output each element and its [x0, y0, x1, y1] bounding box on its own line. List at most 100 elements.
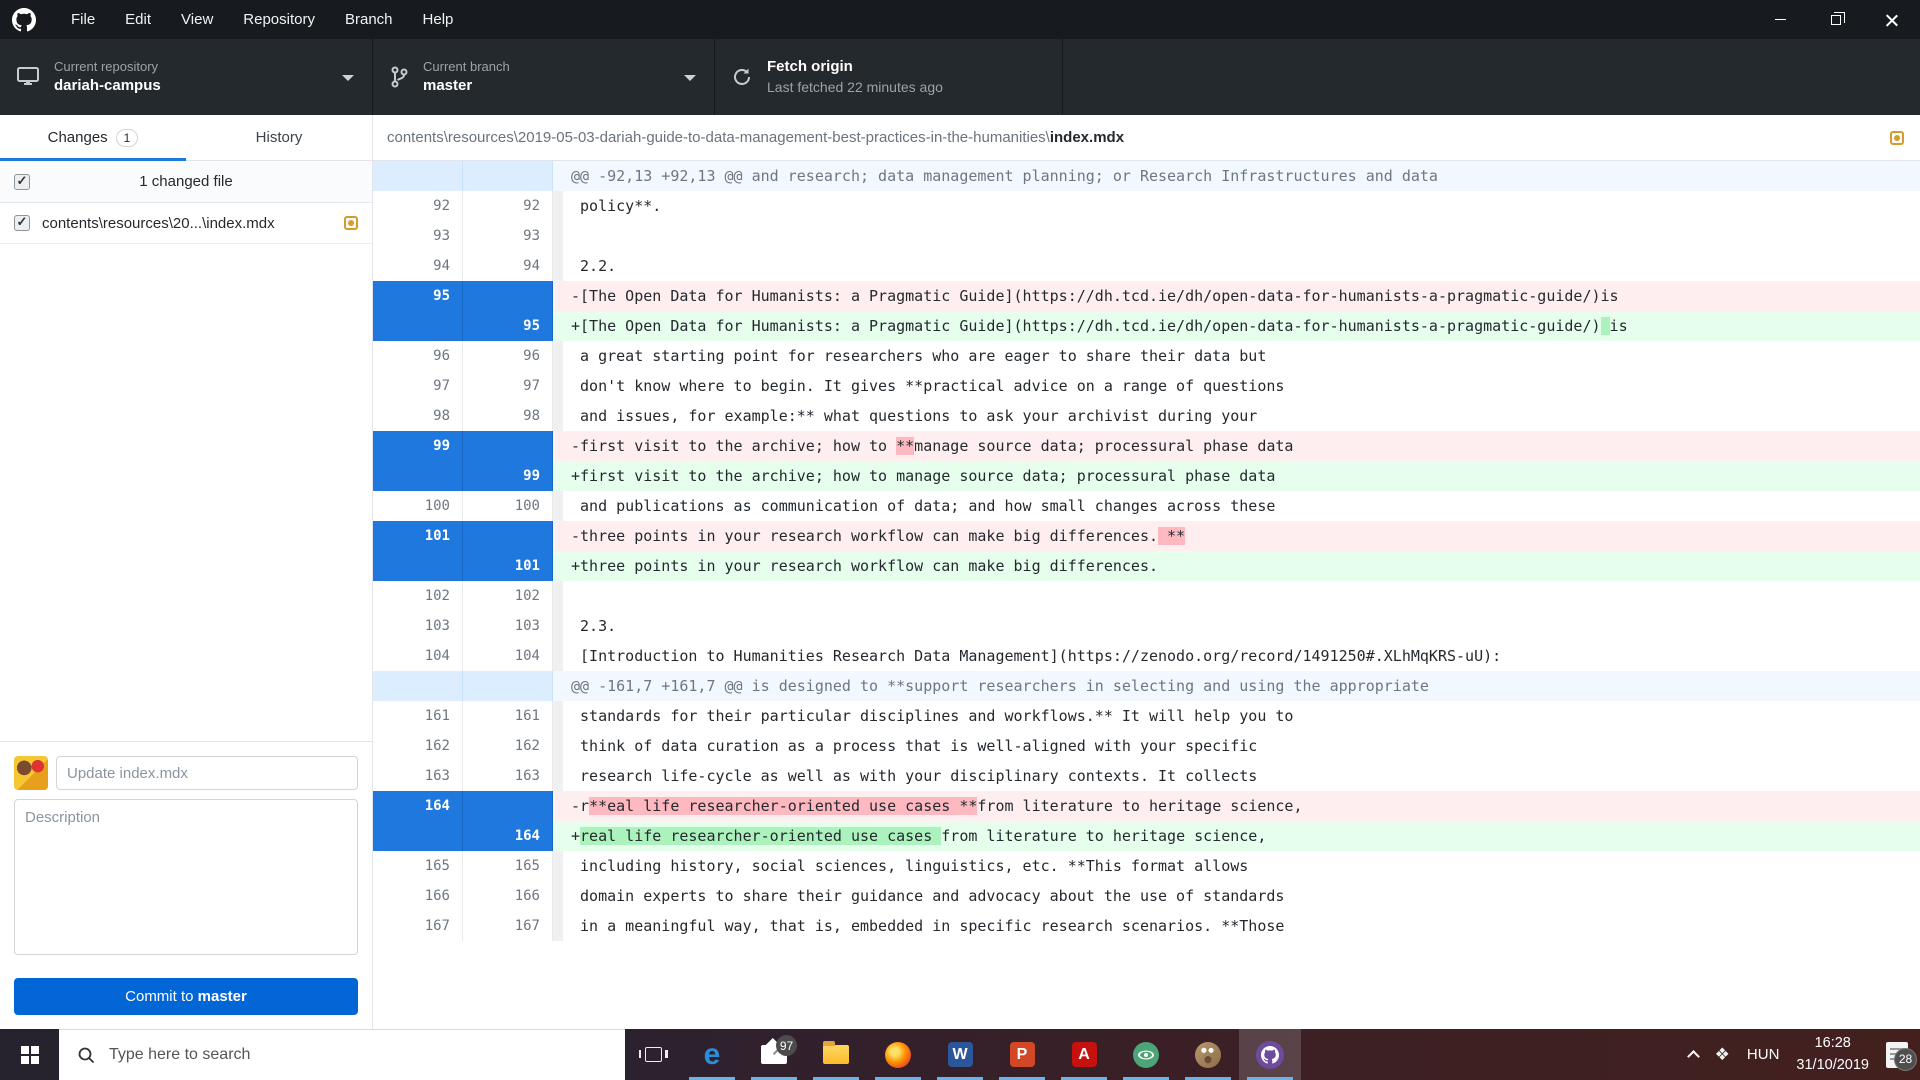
old-line-number: 166: [373, 881, 463, 911]
diff-row-context[interactable]: 104104 [Introduction to Humanities Resea…: [373, 641, 1920, 671]
restore-button[interactable]: [1808, 0, 1864, 39]
system-tray: ❖ HUN 16:28 31/10/2019 28: [1689, 1029, 1920, 1080]
diff-line-text: a great starting point for researchers w…: [563, 341, 1920, 371]
tab-history[interactable]: History: [186, 115, 372, 160]
menu-item-repository[interactable]: Repository: [228, 0, 330, 39]
diff-row-context[interactable]: 102102: [373, 581, 1920, 611]
diff-row-del[interactable]: 164-r**eal life researcher-oriented use …: [373, 791, 1920, 821]
taskbar-github-desktop[interactable]: [1239, 1029, 1301, 1080]
start-button[interactable]: [0, 1029, 59, 1080]
current-branch-dropdown[interactable]: Current branch master: [373, 39, 715, 115]
file-checkbox[interactable]: [14, 215, 30, 231]
new-line-number: [463, 161, 553, 191]
diff-row-context[interactable]: 162162 think of data curation as a proce…: [373, 731, 1920, 761]
tab-history-label: History: [256, 129, 303, 146]
taskbar-powerpoint[interactable]: P: [991, 1029, 1053, 1080]
menu-item-view[interactable]: View: [166, 0, 228, 39]
old-line-number: 102: [373, 581, 463, 611]
old-line-number: 96: [373, 341, 463, 371]
new-line-number: [463, 521, 553, 551]
diff-row-add[interactable]: 101+three points in your research workfl…: [373, 551, 1920, 581]
dropbox-icon[interactable]: ❖: [1715, 1045, 1730, 1065]
diff-row-add[interactable]: 99+first visit to the archive; how to ma…: [373, 461, 1920, 491]
diff-line-text: standards for their particular disciplin…: [563, 701, 1920, 731]
taskbar-word[interactable]: W: [929, 1029, 991, 1080]
diff-row-context[interactable]: 9292 policy**.: [373, 191, 1920, 221]
new-line-number: 102: [463, 581, 553, 611]
taskbar-gimp[interactable]: [1177, 1029, 1239, 1080]
gutter-strip: [553, 431, 563, 461]
new-line-number: 165: [463, 851, 553, 881]
diff-row-add[interactable]: 164+real life researcher-oriented use ca…: [373, 821, 1920, 851]
tab-changes[interactable]: Changes 1: [0, 115, 186, 160]
taskbar-search[interactable]: Type here to search: [59, 1029, 625, 1080]
diff-row-context[interactable]: 9393: [373, 221, 1920, 251]
new-line-number: 103: [463, 611, 553, 641]
diff-row-context[interactable]: 9494 2.2.: [373, 251, 1920, 281]
fetch-origin-button[interactable]: Fetch origin Last fetched 22 minutes ago: [715, 39, 1063, 115]
search-icon: [77, 1046, 95, 1064]
diff-line-text: and publications as communication of dat…: [563, 491, 1920, 521]
diff-row-context[interactable]: 9797 don't know where to begin. It gives…: [373, 371, 1920, 401]
old-line-number: 165: [373, 851, 463, 881]
diff-row-context[interactable]: 161161 standards for their particular di…: [373, 701, 1920, 731]
old-line-number: 101: [373, 521, 463, 551]
new-line-number: 104: [463, 641, 553, 671]
diff-row-context[interactable]: 165165 including history, social science…: [373, 851, 1920, 881]
atom-icon: [1133, 1042, 1159, 1068]
diff-row-del[interactable]: 99-first visit to the archive; how to **…: [373, 431, 1920, 461]
old-line-number: 98: [373, 401, 463, 431]
close-button[interactable]: [1864, 0, 1920, 39]
minimize-button[interactable]: [1752, 0, 1808, 39]
new-line-number: 161: [463, 701, 553, 731]
task-view-button[interactable]: [625, 1029, 681, 1080]
diff-row-context[interactable]: 167167 in a meaningful way, that is, emb…: [373, 911, 1920, 941]
commit-description-input[interactable]: [14, 799, 358, 955]
diff-row-hunk[interactable]: @@ -161,7 +161,7 @@ is designed to **sup…: [373, 671, 1920, 701]
language-indicator[interactable]: HUN: [1747, 1046, 1780, 1063]
menu-item-help[interactable]: Help: [408, 0, 469, 39]
diff-row-add[interactable]: 95+[The Open Data for Humanists: a Pragm…: [373, 311, 1920, 341]
diff-row-context[interactable]: 9696 a great starting point for research…: [373, 341, 1920, 371]
old-line-number: 162: [373, 731, 463, 761]
powerpoint-icon: P: [1010, 1042, 1035, 1067]
sidebar: Changes 1 History 1 changed file content…: [0, 115, 373, 1029]
menu-item-edit[interactable]: Edit: [110, 0, 166, 39]
gutter-strip: [553, 191, 563, 221]
menu-item-branch[interactable]: Branch: [330, 0, 408, 39]
action-center-icon[interactable]: 28: [1886, 1042, 1908, 1068]
diff-row-context[interactable]: 9898 and issues, for example:** what que…: [373, 401, 1920, 431]
diff-row-hunk[interactable]: @@ -92,13 +92,13 @@ and research; data m…: [373, 161, 1920, 191]
menu-item-file[interactable]: File: [56, 0, 110, 39]
commit-button[interactable]: Commit to master: [14, 978, 358, 1015]
clock-time: 16:28: [1796, 1033, 1869, 1054]
commit-button-branch: master: [198, 988, 247, 1005]
diff-file-path-header: contents\resources\2019-05-03-dariah-gui…: [373, 115, 1920, 161]
diff-row-context[interactable]: 163163 research life-cycle as well as wi…: [373, 761, 1920, 791]
taskbar-atom[interactable]: [1115, 1029, 1177, 1080]
taskbar-mail[interactable]: 97: [743, 1029, 805, 1080]
new-line-number: 92: [463, 191, 553, 221]
current-repository-value: dariah-campus: [54, 77, 161, 96]
diff-row-context[interactable]: 166166 domain experts to share their gui…: [373, 881, 1920, 911]
commit-summary-input[interactable]: [56, 756, 358, 790]
taskbar-file-explorer[interactable]: [805, 1029, 867, 1080]
diff-row-context[interactable]: 100100 and publications as communication…: [373, 491, 1920, 521]
notification-count-badge: 28: [1894, 1048, 1917, 1071]
diff-row-context[interactable]: 103103 2.3.: [373, 611, 1920, 641]
taskbar-firefox[interactable]: [867, 1029, 929, 1080]
taskbar-acrobat[interactable]: A: [1053, 1029, 1115, 1080]
new-line-number: 94: [463, 251, 553, 281]
changed-file-row[interactable]: contents\resources\20...\index.mdx: [0, 203, 372, 244]
edge-icon: e: [704, 1040, 721, 1070]
tray-chevron-up-icon[interactable]: [1687, 1050, 1700, 1063]
gutter-strip: [553, 731, 563, 761]
current-repository-dropdown[interactable]: Current repository dariah-campus: [0, 39, 373, 115]
taskbar-clock[interactable]: 16:28 31/10/2019: [1796, 1033, 1869, 1075]
new-line-number: 97: [463, 371, 553, 401]
diff-row-del[interactable]: 95-[The Open Data for Humanists: a Pragm…: [373, 281, 1920, 311]
gutter-strip: [553, 911, 563, 941]
diff-row-del[interactable]: 101-three points in your research workfl…: [373, 521, 1920, 551]
git-branch-icon: [389, 65, 409, 89]
taskbar-edge[interactable]: e: [681, 1029, 743, 1080]
